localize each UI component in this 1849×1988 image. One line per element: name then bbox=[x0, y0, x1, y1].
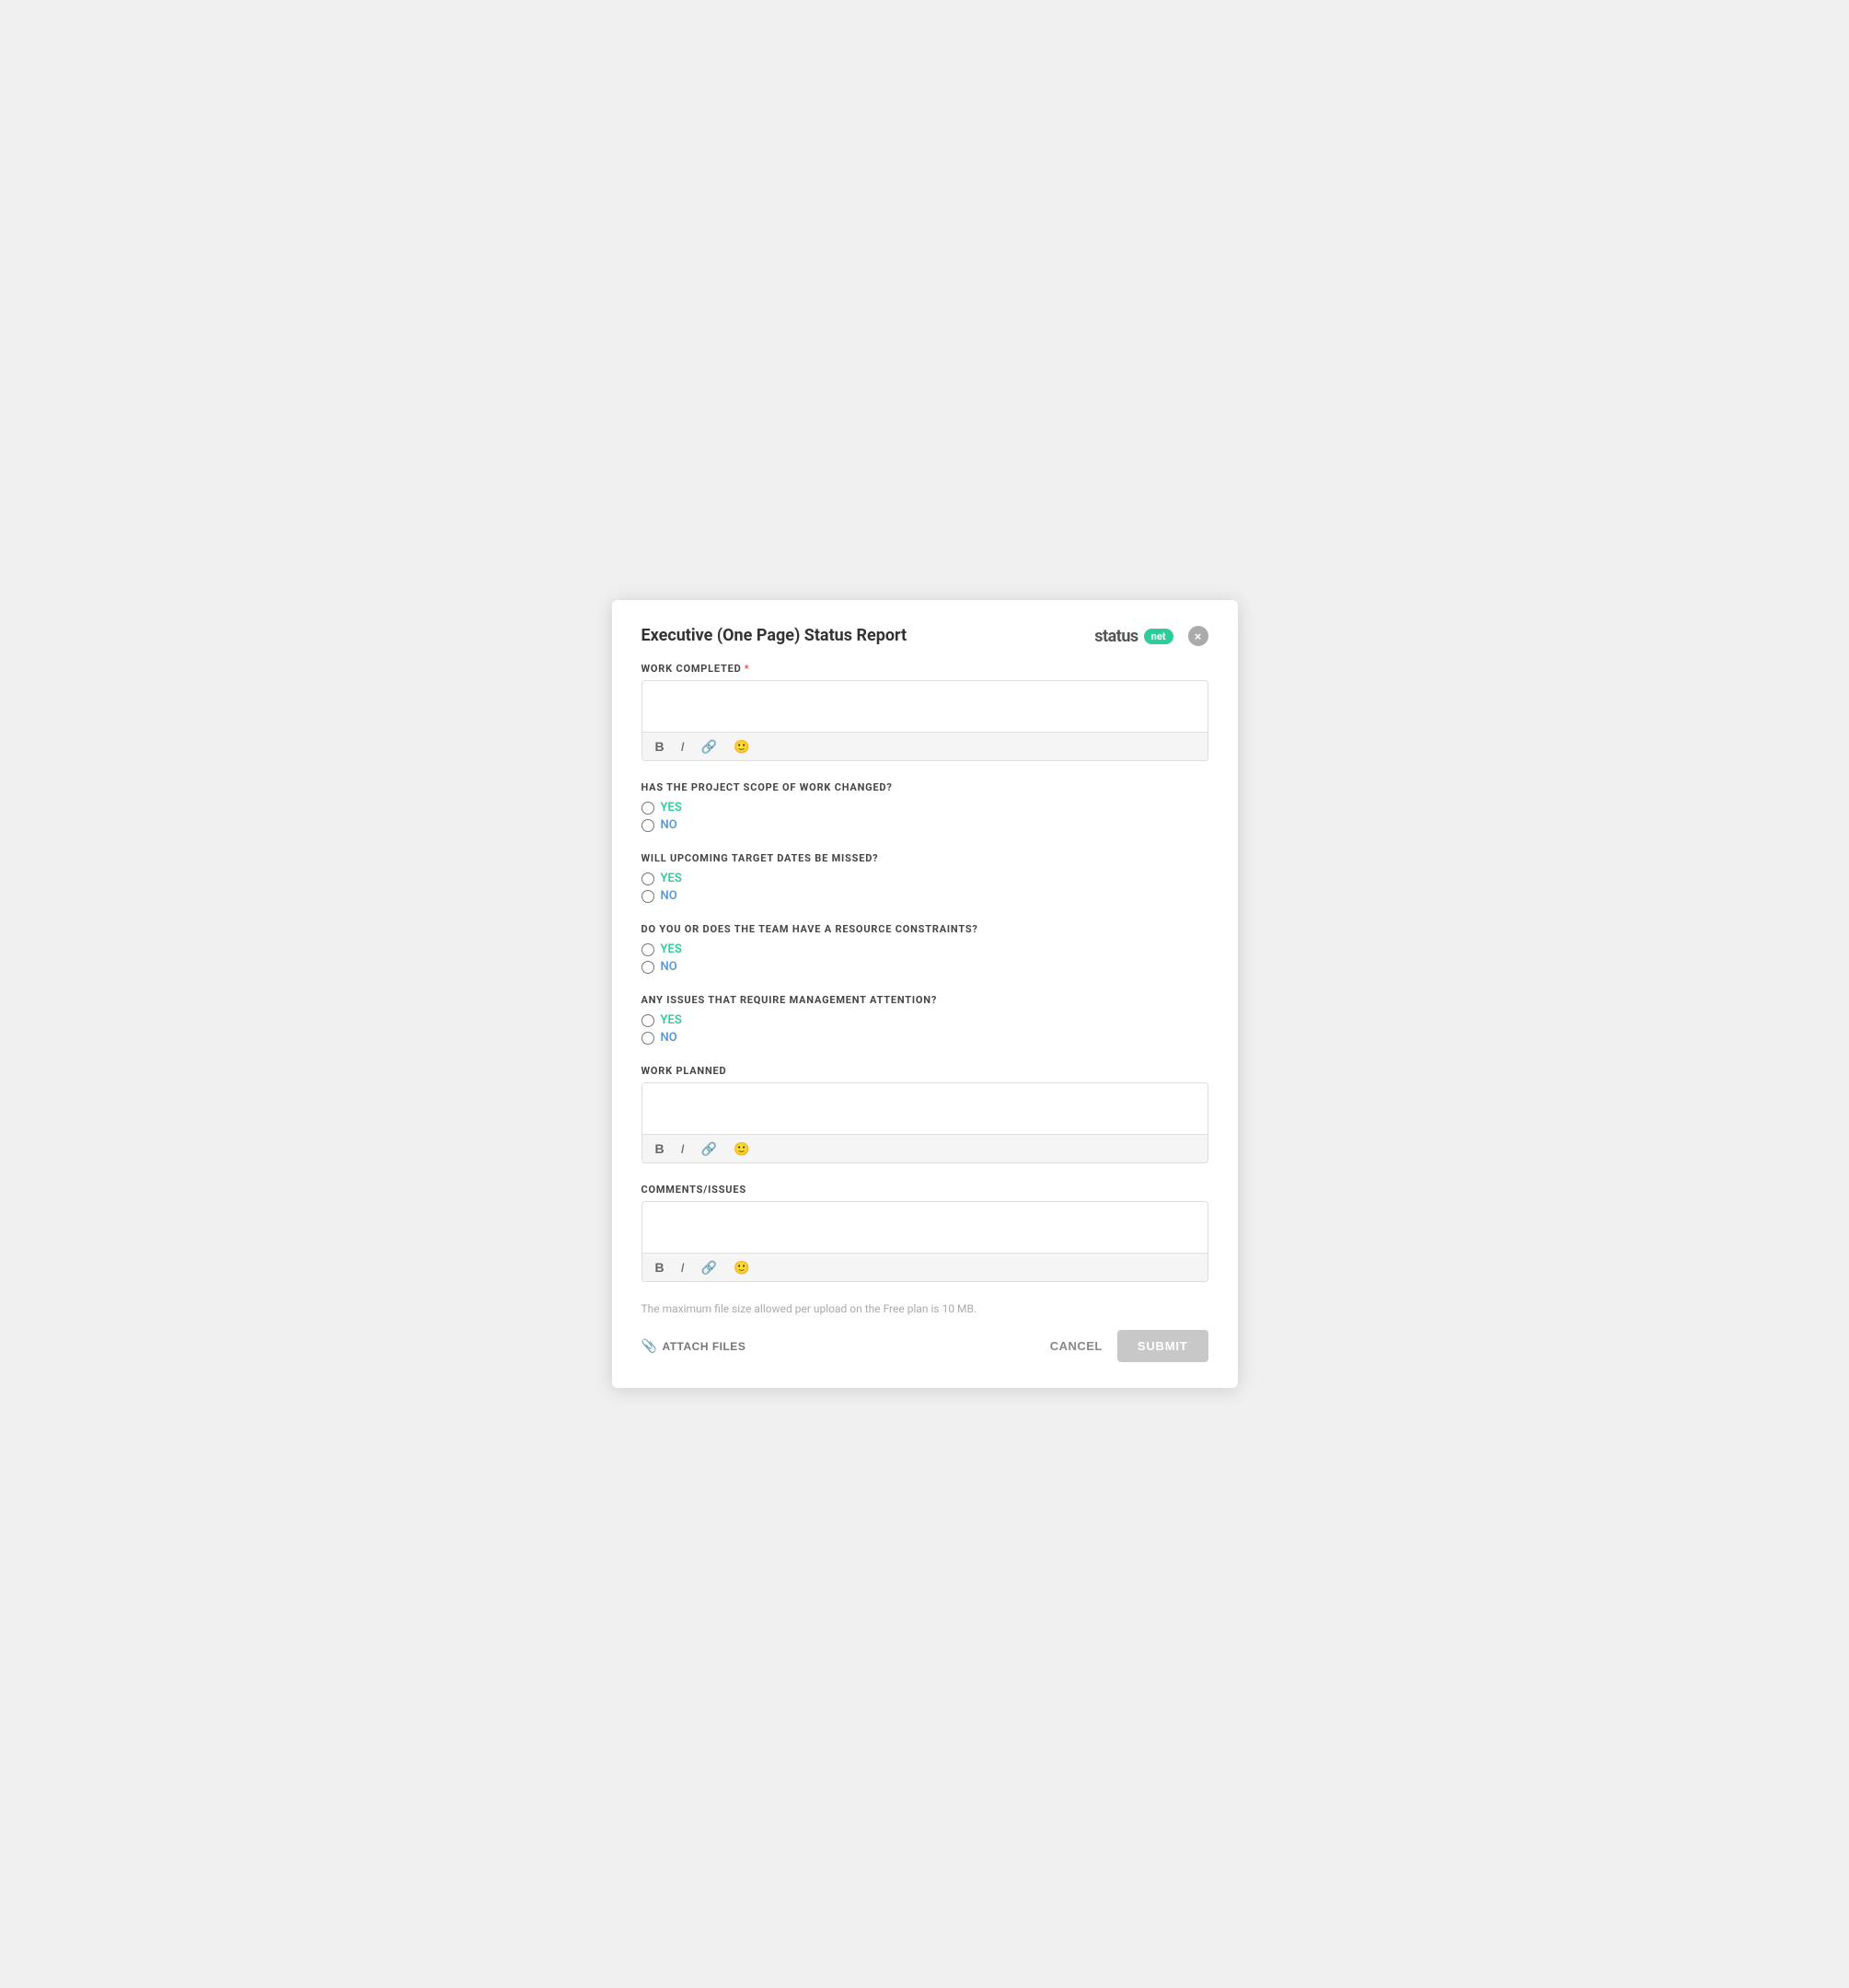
modal-container: Executive (One Page) Status Report statu… bbox=[612, 600, 1238, 1388]
resource-no-radio[interactable] bbox=[641, 961, 654, 974]
emoji-button-2[interactable]: 🙂 bbox=[730, 1140, 753, 1157]
brand-text: status bbox=[1094, 627, 1138, 646]
work-completed-editor: B I 🔗 🙂 bbox=[641, 680, 1208, 761]
target-no-radio[interactable] bbox=[641, 890, 654, 903]
modal-footer: 📎 ATTACH FILES CANCEL SUBMIT bbox=[641, 1330, 1208, 1362]
work-completed-section: WORK COMPLETED* B I 🔗 🙂 bbox=[641, 663, 1208, 761]
scope-changed-radio-group: YES NO bbox=[641, 801, 1208, 832]
resource-no-option[interactable]: NO bbox=[641, 960, 1208, 974]
emoji-button-3[interactable]: 🙂 bbox=[730, 1259, 753, 1276]
scope-yes-option[interactable]: YES bbox=[641, 801, 1208, 815]
work-planned-editor: B I 🔗 🙂 bbox=[641, 1082, 1208, 1163]
target-no-label: NO bbox=[661, 889, 677, 903]
resource-radio-group: YES NO bbox=[641, 942, 1208, 974]
required-star: * bbox=[745, 663, 750, 675]
scope-no-label: NO bbox=[661, 818, 677, 832]
resource-no-label: NO bbox=[661, 960, 677, 974]
footer-actions: CANCEL SUBMIT bbox=[1050, 1330, 1208, 1362]
italic-button-1[interactable]: I bbox=[677, 738, 688, 755]
modal-brand: status net × bbox=[1094, 626, 1208, 646]
modal-title-group: Executive (One Page) Status Report bbox=[641, 626, 907, 645]
target-yes-radio[interactable] bbox=[641, 873, 654, 885]
cancel-button[interactable]: CANCEL bbox=[1050, 1339, 1103, 1353]
modal-header: Executive (One Page) Status Report statu… bbox=[641, 626, 1208, 646]
resource-yes-label: YES bbox=[661, 942, 682, 956]
work-planned-label: WORK PLANNED bbox=[641, 1065, 1208, 1077]
scope-changed-label: HAS THE PROJECT SCOPE OF WORK CHANGED? bbox=[641, 781, 1208, 793]
scope-yes-label: YES bbox=[661, 801, 682, 815]
modal-backdrop: Executive (One Page) Status Report statu… bbox=[612, 600, 1238, 1388]
work-completed-toolbar: B I 🔗 🙂 bbox=[642, 732, 1208, 760]
link-button-3[interactable]: 🔗 bbox=[698, 1259, 721, 1276]
target-yes-label: YES bbox=[661, 872, 682, 885]
resource-constraints-section: DO YOU OR DOES THE TEAM HAVE A RESOURCE … bbox=[641, 923, 1208, 974]
paperclip-icon: 📎 bbox=[641, 1338, 658, 1354]
modal-footer-wrapper: The maximum file size allowed per upload… bbox=[641, 1302, 1208, 1362]
target-dates-radio-group: YES NO bbox=[641, 872, 1208, 903]
comments-issues-section: COMMENTS/ISSUES B I 🔗 🙂 bbox=[641, 1184, 1208, 1282]
scope-no-option[interactable]: NO bbox=[641, 818, 1208, 832]
attach-files-button[interactable]: 📎 ATTACH FILES bbox=[641, 1338, 746, 1354]
management-no-option[interactable]: NO bbox=[641, 1031, 1208, 1045]
resource-yes-radio[interactable] bbox=[641, 943, 654, 956]
target-dates-section: WILL UPCOMING TARGET DATES BE MISSED? YE… bbox=[641, 852, 1208, 903]
brand-badge: net bbox=[1144, 629, 1173, 644]
link-button-2[interactable]: 🔗 bbox=[698, 1140, 721, 1157]
work-planned-input[interactable] bbox=[642, 1083, 1208, 1134]
comments-issues-input[interactable] bbox=[642, 1202, 1208, 1253]
italic-button-3[interactable]: I bbox=[677, 1259, 688, 1276]
work-planned-section: WORK PLANNED B I 🔗 🙂 bbox=[641, 1065, 1208, 1163]
work-completed-input[interactable] bbox=[642, 681, 1208, 732]
resource-constraints-label: DO YOU OR DOES THE TEAM HAVE A RESOURCE … bbox=[641, 923, 1208, 935]
scope-changed-section: HAS THE PROJECT SCOPE OF WORK CHANGED? Y… bbox=[641, 781, 1208, 832]
management-attention-section: ANY ISSUES THAT REQUIRE MANAGEMENT ATTEN… bbox=[641, 994, 1208, 1045]
work-completed-label: WORK COMPLETED* bbox=[641, 663, 1208, 675]
emoji-button-1[interactable]: 🙂 bbox=[730, 738, 753, 755]
modal-title: Executive (One Page) Status Report bbox=[641, 626, 907, 645]
close-button[interactable]: × bbox=[1188, 626, 1208, 646]
target-no-option[interactable]: NO bbox=[641, 889, 1208, 903]
comments-issues-label: COMMENTS/ISSUES bbox=[641, 1184, 1208, 1196]
target-yes-option[interactable]: YES bbox=[641, 872, 1208, 885]
management-radio-group: YES NO bbox=[641, 1013, 1208, 1045]
scope-no-radio[interactable] bbox=[641, 819, 654, 832]
work-planned-toolbar: B I 🔗 🙂 bbox=[642, 1134, 1208, 1162]
management-no-label: NO bbox=[661, 1031, 677, 1045]
management-yes-label: YES bbox=[661, 1013, 682, 1027]
target-dates-label: WILL UPCOMING TARGET DATES BE MISSED? bbox=[641, 852, 1208, 864]
file-size-note: The maximum file size allowed per upload… bbox=[641, 1302, 1208, 1315]
bold-button-1[interactable]: B bbox=[652, 738, 668, 755]
italic-button-2[interactable]: I bbox=[677, 1140, 688, 1157]
management-yes-radio[interactable] bbox=[641, 1014, 654, 1027]
comments-issues-editor: B I 🔗 🙂 bbox=[641, 1201, 1208, 1282]
bold-button-3[interactable]: B bbox=[652, 1259, 668, 1276]
management-attention-label: ANY ISSUES THAT REQUIRE MANAGEMENT ATTEN… bbox=[641, 994, 1208, 1006]
scope-yes-radio[interactable] bbox=[641, 802, 654, 815]
management-no-radio[interactable] bbox=[641, 1032, 654, 1045]
comments-issues-toolbar: B I 🔗 🙂 bbox=[642, 1253, 1208, 1281]
link-button-1[interactable]: 🔗 bbox=[698, 738, 721, 755]
management-yes-option[interactable]: YES bbox=[641, 1013, 1208, 1027]
bold-button-2[interactable]: B bbox=[652, 1140, 668, 1157]
resource-yes-option[interactable]: YES bbox=[641, 942, 1208, 956]
submit-button[interactable]: SUBMIT bbox=[1117, 1330, 1208, 1362]
